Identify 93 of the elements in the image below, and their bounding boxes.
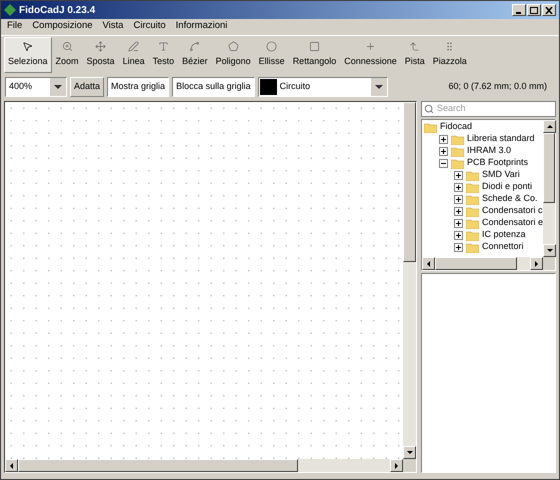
tool-button[interactable]: Pista: [400, 37, 429, 73]
search-box[interactable]: Search: [420, 101, 556, 117]
tool-button[interactable]: Piazzola: [428, 37, 471, 73]
arrow-icon: [545, 122, 554, 131]
folder-icon: [450, 134, 464, 144]
menu-item[interactable]: Circuito: [133, 19, 166, 34]
text-icon: [158, 41, 169, 52]
menu-item[interactable]: Informazioni: [176, 19, 228, 34]
tool-button[interactable]: Testo: [148, 37, 178, 73]
menu-item[interactable]: Vista: [102, 19, 124, 34]
folder-icon: [466, 218, 479, 228]
zoom-icon: [62, 41, 73, 52]
expand-icon[interactable]: [454, 182, 463, 192]
pointer-icon: [22, 41, 34, 52]
scrollbar-corner: [543, 257, 555, 270]
scrollbar-thumb[interactable]: [434, 257, 517, 270]
expand-icon[interactable]: [454, 242, 463, 252]
expand-icon[interactable]: [454, 170, 463, 180]
toggle-button[interactable]: Blocca sulla griglia: [172, 77, 255, 97]
tool-button[interactable]: Rettangolo: [288, 37, 340, 73]
scroll-left-button[interactable]: [5, 459, 18, 472]
scrollbar-thumb[interactable]: [402, 102, 416, 262]
search-field[interactable]: Search: [436, 102, 553, 116]
tree-item[interactable]: Fidocad: [440, 120, 472, 134]
horizontal-scrollbar[interactable]: [422, 257, 543, 270]
tool-button[interactable]: Seleziona: [4, 37, 52, 73]
close-button[interactable]: [542, 4, 556, 16]
window-title: FidoCadJ 0.23.4: [19, 4, 96, 18]
scroll-up-button[interactable]: [543, 120, 556, 133]
scroll-left-button[interactable]: [422, 257, 435, 270]
scrollbar-thumb[interactable]: [543, 133, 555, 203]
search-icon: [424, 104, 434, 114]
tree-item[interactable]: Libreria standard: [466, 132, 534, 146]
maximize-icon: [530, 6, 538, 14]
tree-item[interactable]: Condensatori c: [482, 204, 542, 218]
move-icon: [95, 41, 106, 52]
tool-button[interactable]: Zoom: [52, 37, 83, 73]
scroll-right-button[interactable]: [530, 257, 543, 270]
polygon-icon: [228, 41, 239, 52]
folder-icon: [466, 182, 479, 192]
menu-item[interactable]: File: [7, 19, 22, 34]
tree-item[interactable]: Diodi e ponti: [482, 180, 532, 194]
track-icon: [409, 41, 420, 52]
tree-item[interactable]: PCB Footprints: [466, 156, 528, 170]
folder-icon: [466, 194, 479, 204]
expand-icon[interactable]: [454, 206, 463, 216]
tool-button[interactable]: Sposta: [82, 37, 119, 73]
folder-icon: [466, 170, 479, 180]
plus-icon: [365, 41, 376, 52]
scroll-right-button[interactable]: [390, 459, 403, 472]
tree-item[interactable]: Connettori: [482, 240, 524, 254]
folder-icon: [466, 206, 479, 216]
menu-item[interactable]: Composizione: [32, 19, 93, 34]
coordinates-label: 60; 0 (7.62 mm; 0.0 mm): [448, 80, 548, 94]
tool-button[interactable]: Ellisse: [254, 37, 289, 73]
close-icon: [545, 6, 553, 14]
vertical-scrollbar[interactable]: [402, 102, 416, 459]
expand-icon[interactable]: [438, 134, 448, 144]
horizontal-scrollbar[interactable]: [5, 459, 403, 472]
folder-icon: [450, 146, 464, 156]
tree-item[interactable]: Schede & Co.: [482, 192, 538, 206]
tree-item[interactable]: IHRAM 3.0: [466, 144, 511, 158]
toggle-button[interactable]: Mostra griglia: [107, 77, 170, 97]
curve-icon: [189, 41, 200, 52]
scroll-down-button[interactable]: [543, 244, 556, 257]
expand-icon[interactable]: [454, 218, 463, 228]
maximize-button[interactable]: [527, 4, 541, 16]
minimize-button[interactable]: [512, 4, 526, 16]
expand-icon[interactable]: [438, 146, 448, 156]
scrollbar-thumb[interactable]: [18, 459, 298, 472]
tree-item[interactable]: Condensatori e: [482, 216, 543, 230]
line-icon: [128, 41, 140, 52]
folder-icon: [466, 230, 479, 240]
collapse-icon[interactable]: [438, 158, 448, 168]
tool-button[interactable]: Connessione: [340, 37, 401, 73]
tool-button[interactable]: Bézier: [178, 37, 212, 73]
scroll-down-button[interactable]: [402, 446, 416, 459]
tree-item[interactable]: SMD Vari: [482, 168, 520, 182]
zoom-dropdown[interactable]: 400%: [5, 77, 67, 97]
folder-icon: [466, 242, 479, 252]
ellipse-icon: [266, 41, 278, 52]
layer-dropdown[interactable]: Circuito: [258, 77, 388, 97]
rectangle-icon: [308, 41, 320, 52]
expand-icon[interactable]: [454, 194, 463, 204]
app-icon: [4, 4, 16, 16]
folder-icon: [424, 122, 437, 132]
expand-icon[interactable]: [454, 230, 463, 240]
tree-item[interactable]: IC potenza: [482, 228, 526, 242]
tool-button[interactable]: Linea: [118, 37, 149, 73]
toggle-button[interactable]: Adatta: [70, 77, 104, 97]
tool-button[interactable]: Poligono: [212, 37, 255, 73]
vertical-scrollbar[interactable]: [543, 120, 555, 257]
folder-icon: [450, 158, 464, 168]
